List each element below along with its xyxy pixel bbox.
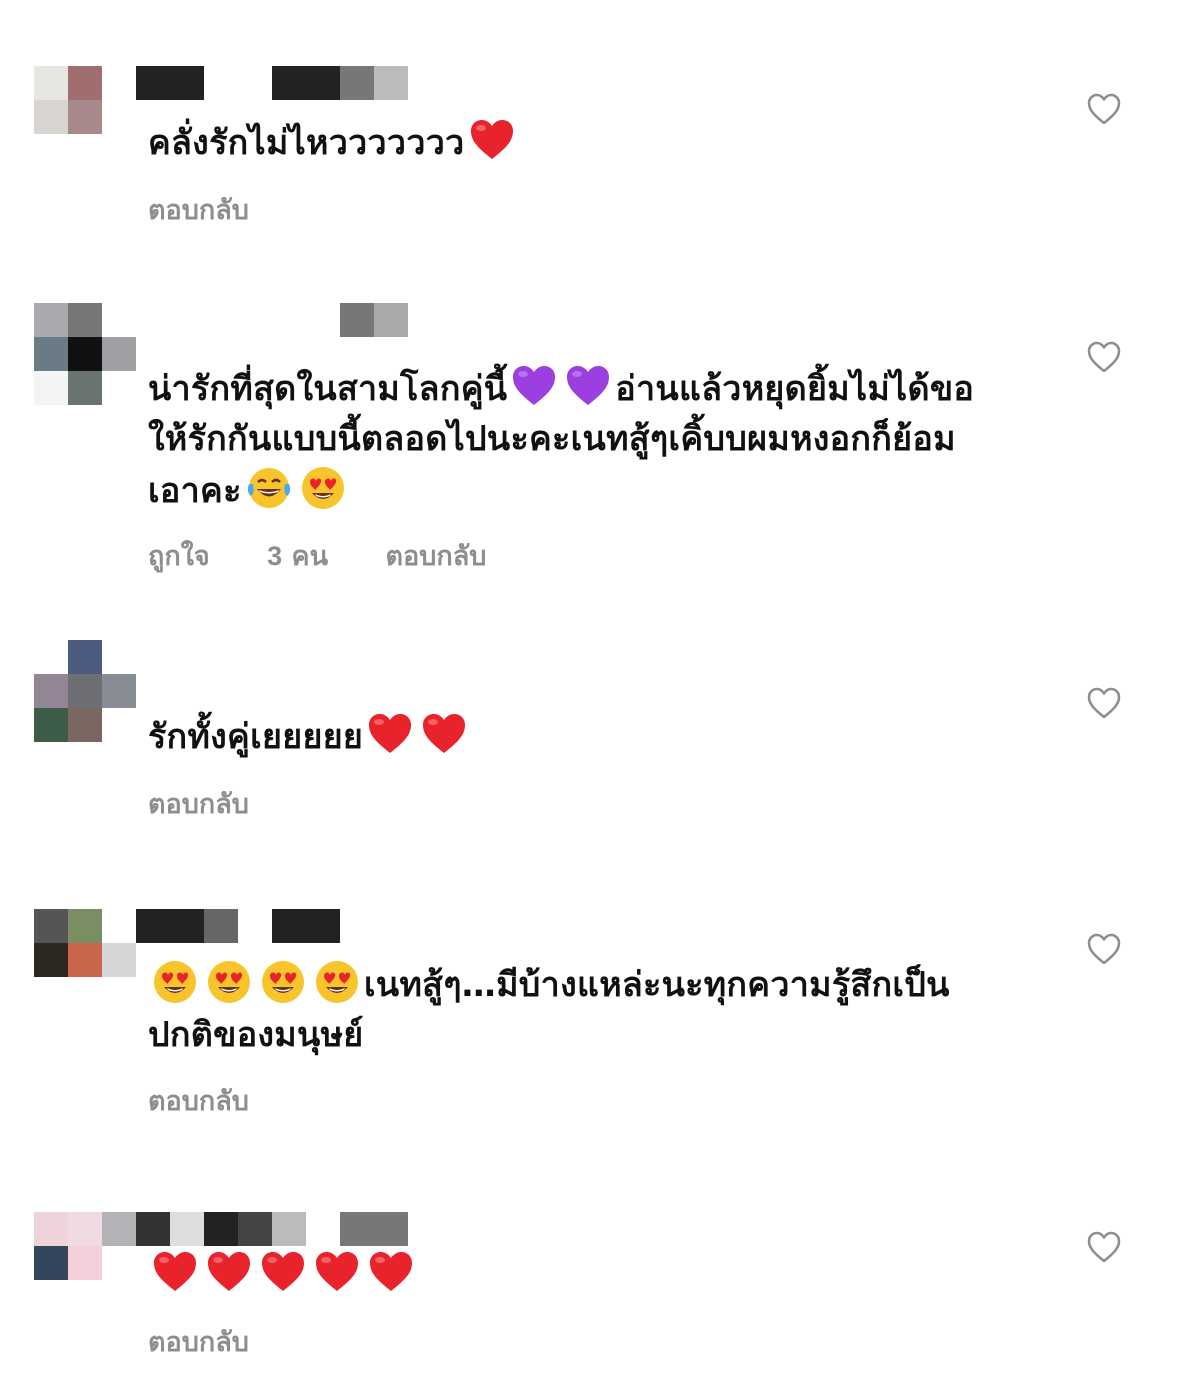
heart-eyes-emoji [259,958,307,1006]
username[interactable] [136,909,376,943]
avatar[interactable] [34,303,136,405]
red-heart-emoji [468,116,516,164]
comment-text [148,1248,1048,1300]
reply-button[interactable]: ตอบกลับ [148,1086,249,1117]
comment-line-1: น่ารักที่สุดในสามโลกคู่นี้ อ่านแล้วหยุดยิ… [148,362,1048,414]
heart-eyes-emoji [205,958,253,1006]
username[interactable] [136,303,408,337]
heart-outline-icon[interactable] [1086,1230,1122,1264]
purple-heart-emoji [510,362,558,410]
username[interactable] [136,66,408,100]
likes-count[interactable]: ถูกใจ 3 คน [148,541,328,572]
heart-eyes-emoji [151,958,199,1006]
reply-button[interactable]: ตอบกลับ [148,195,249,226]
avatar[interactable] [34,66,136,134]
purple-heart-emoji [564,362,612,410]
comment-meta: ถูกใจ 3 คน ตอบกลับ [148,534,534,577]
reply-button[interactable]: ตอบกลับ [148,789,249,820]
comment-line-3: เอาคะ [148,464,1048,516]
comment-line-2: ปกติของมนุษย์ [148,1015,364,1055]
red-heart-emoji [313,1248,361,1296]
heart-outline-icon[interactable] [1086,340,1122,374]
avatar[interactable] [34,640,136,742]
heart-outline-icon[interactable] [1086,932,1122,966]
red-heart-emoji [367,1248,415,1296]
avatar[interactable] [34,909,136,977]
reply-button[interactable]: ตอบกลับ [385,541,486,572]
comment-meta: ตอบกลับ [148,188,297,231]
red-heart-emoji [259,1248,307,1296]
heart-eyes-emoji [299,464,347,512]
comment-text: รักทั้งคู่เยยยยย [148,710,1048,762]
username[interactable] [136,1212,408,1246]
comment-text: น่ารักที่สุดในสามโลกคู่นี้ อ่านแล้วหยุดยิ… [148,362,1048,516]
face-with-tears-of-joy-emoji [245,464,293,512]
avatar[interactable] [34,1212,136,1280]
heart-eyes-emoji [313,958,361,1006]
comment-meta: ตอบกลับ [148,782,297,825]
comment-meta: ตอบกลับ [148,1079,297,1122]
red-heart-emoji [420,710,468,758]
heart-outline-icon[interactable] [1086,686,1122,720]
red-heart-emoji [205,1248,253,1296]
red-heart-emoji [366,710,414,758]
comment-line-1: เนทสู้ๆ…มีบ้างแหล่ะนะทุกความรู้สึกเป็น [148,958,1048,1010]
comment-text: เนทสู้ๆ…มีบ้างแหล่ะนะทุกความรู้สึกเป็น ป… [148,958,1048,1060]
comment-line-2: ให้รักกันแบบนี้ตลอดไปนะคะเนทสู้ๆเคิ้บบผม… [148,419,956,459]
reply-button[interactable]: ตอบกลับ [148,1327,249,1358]
red-heart-emoji [151,1248,199,1296]
comment-text: คลั่งรักไม่ไหววววววว [148,116,1048,168]
heart-outline-icon[interactable] [1086,92,1122,126]
comment-meta: ตอบกลับ [148,1320,297,1363]
